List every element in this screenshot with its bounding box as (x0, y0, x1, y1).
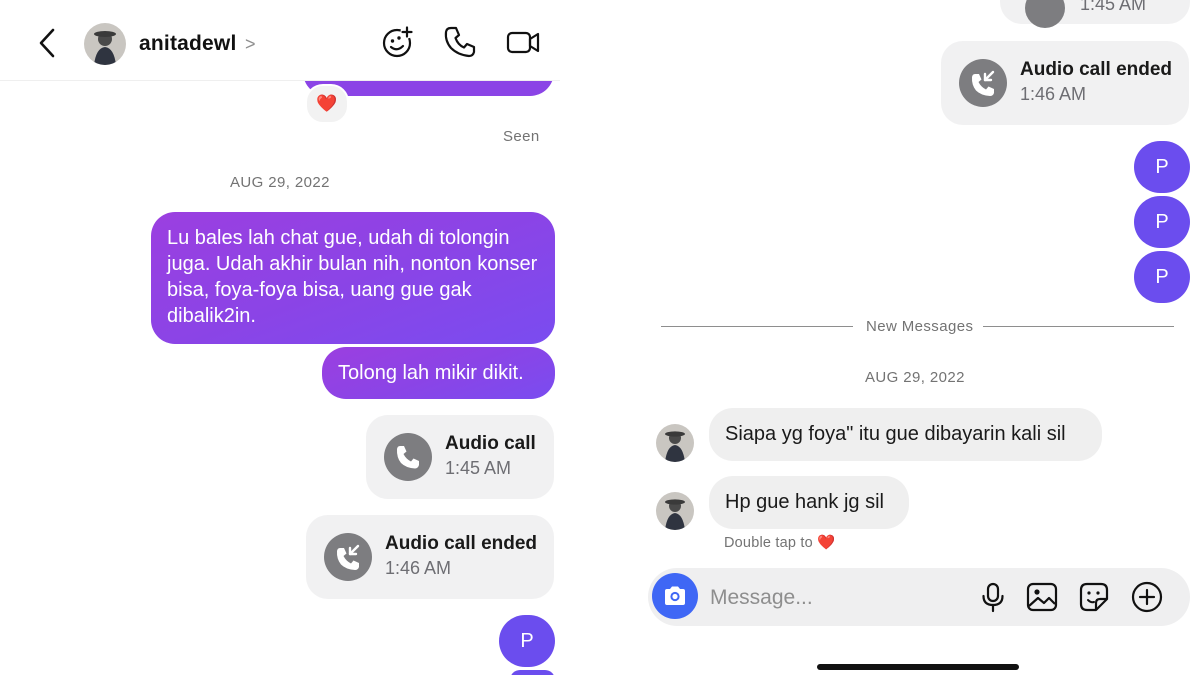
chat-panel-right: 1:45 AM Audio call ended 1:46 AM P P P N… (600, 0, 1200, 675)
call-time: 1:46 AM (385, 558, 452, 578)
avatar[interactable] (656, 424, 694, 462)
image-icon[interactable] (1025, 580, 1059, 614)
divider-line (983, 326, 1174, 327)
call-time: 1:46 AM (1020, 84, 1087, 104)
phone-icon (1025, 0, 1065, 28)
avatar[interactable] (84, 23, 126, 65)
message-input[interactable] (708, 580, 962, 616)
phone-incoming-icon (959, 59, 1007, 107)
sent-message[interactable]: P (1134, 251, 1190, 303)
video-camera-icon[interactable] (505, 24, 541, 60)
sent-message[interactable]: Tolong lah mikir dikit. (322, 347, 555, 399)
received-message[interactable]: Siapa yg foya" itu gue dibayarin kali si… (709, 408, 1102, 461)
new-messages-label: New Messages (866, 318, 974, 335)
emoji-plus-icon[interactable] (380, 24, 416, 60)
plus-circle-icon[interactable] (1130, 580, 1164, 614)
home-indicator[interactable] (817, 664, 1019, 670)
audio-call-ended-card[interactable]: Audio call ended 1:46 AM (941, 41, 1189, 125)
call-title: Audio call (445, 433, 536, 454)
phone-icon[interactable] (442, 24, 478, 60)
sticker-icon[interactable] (1077, 580, 1111, 614)
audio-call-card-partial[interactable]: 1:45 AM (1000, 0, 1190, 28)
back-arrow-icon[interactable] (34, 27, 60, 59)
phone-icon (384, 433, 432, 481)
call-title: Audio call ended (1020, 59, 1173, 80)
date-divider: AUG 29, 2022 (865, 369, 965, 386)
chevron-right-icon[interactable]: > (245, 34, 256, 55)
chat-header: anitadewl > (0, 0, 560, 81)
double-tap-label: Double tap to (724, 535, 813, 551)
sent-message[interactable]: Lu bales lah chat gue, udah di tolongin … (151, 212, 555, 344)
chat-panel-left: anitadewl > ❤️ Seen AUG 29, 2022 Lu bale… (0, 0, 600, 675)
avatar[interactable] (656, 492, 694, 530)
phone-incoming-icon (324, 533, 372, 581)
reaction-badge[interactable]: ❤️ (305, 84, 349, 124)
camera-button[interactable] (652, 573, 698, 619)
audio-call-card[interactable]: Audio call 1:45 AM (366, 415, 554, 499)
date-divider: AUG 29, 2022 (230, 174, 330, 191)
seen-label: Seen (503, 128, 540, 145)
username[interactable]: anitadewl (139, 32, 237, 56)
message-bubble-partial (510, 670, 555, 675)
double-tap-hint: Double tap to ❤️ (724, 534, 835, 551)
audio-call-ended-card[interactable]: Audio call ended 1:46 AM (306, 515, 554, 599)
call-title: Audio call ended (385, 533, 538, 554)
received-message[interactable]: Hp gue hank jg sil (709, 476, 909, 529)
camera-icon (665, 586, 685, 605)
sent-message[interactable]: P (499, 615, 555, 667)
sent-message[interactable]: P (1134, 141, 1190, 193)
heart-emoji: ❤️ (817, 535, 836, 551)
microphone-icon[interactable] (976, 580, 1010, 614)
sent-message[interactable]: P (1134, 196, 1190, 248)
call-time: 1:45 AM (445, 458, 512, 478)
message-composer (648, 568, 1190, 626)
call-time: 1:45 AM (1080, 0, 1147, 14)
heart-emoji: ❤️ (316, 94, 338, 113)
divider-line (661, 326, 853, 327)
